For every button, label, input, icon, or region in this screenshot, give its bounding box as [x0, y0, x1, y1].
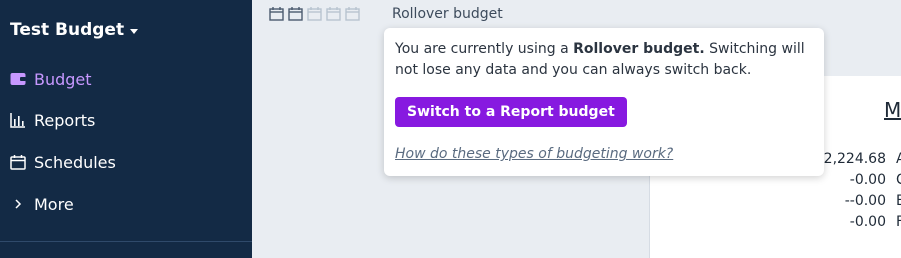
budget-name-label: Test Budget — [10, 20, 125, 40]
popover-description: You are currently using a Rollover budge… — [395, 39, 815, 81]
sidebar-item-budget[interactable]: Budget — [10, 67, 92, 91]
popover-text-prefix: You are currently using a — [395, 41, 574, 57]
sidebar-item-reports[interactable]: Reports — [10, 108, 95, 132]
month-picker — [269, 6, 360, 21]
calendar-icon[interactable] — [288, 6, 303, 21]
sidebar-item-label: Budget — [34, 69, 92, 89]
sidebar-item-label: More — [34, 194, 74, 214]
summary-label: A — [896, 151, 901, 167]
summary-label: E — [896, 193, 901, 209]
summary-label: C — [896, 172, 901, 188]
summary-row: --0.00 E — [650, 193, 901, 213]
sidebar-item-schedules[interactable]: Schedules — [10, 150, 116, 174]
caret-down-icon — [130, 28, 139, 34]
calendar-icon — [10, 154, 26, 170]
popover-text-bold: Rollover budget. — [573, 41, 705, 57]
chevron-right-icon — [10, 196, 26, 212]
summary-value: -0.00 — [849, 172, 886, 188]
calendar-icon[interactable] — [345, 6, 360, 21]
calendar-icon[interactable] — [269, 6, 284, 21]
calendar-icon[interactable] — [326, 6, 341, 21]
wallet-icon — [10, 71, 26, 87]
summary-value: --0.00 — [844, 193, 886, 209]
summary-value: -0.00 — [849, 214, 886, 230]
month-title[interactable]: M — [884, 98, 901, 122]
app-window: Test Budget Budget Reports Schedules Mor… — [0, 0, 901, 258]
sidebar-divider — [0, 241, 252, 242]
sidebar: Test Budget Budget Reports Schedules Mor… — [0, 0, 252, 258]
calendar-icon[interactable] — [307, 6, 322, 21]
sidebar-item-label: Reports — [34, 110, 96, 130]
sidebar-item-more[interactable]: More — [10, 192, 74, 216]
budget-type-toggle[interactable]: Rollover budget — [392, 6, 503, 22]
budgeting-help-link[interactable]: How do these types of budgeting work? — [395, 146, 673, 162]
summary-row: -0.00 F — [650, 214, 901, 234]
sidebar-item-label: Schedules — [34, 152, 116, 172]
bar-chart-icon — [10, 112, 26, 128]
budget-name-menu[interactable]: Test Budget — [10, 20, 139, 40]
summary-value: 2,224.68 — [823, 151, 886, 167]
summary-label: F — [896, 214, 901, 230]
switch-budget-button[interactable]: Switch to a Report budget — [395, 97, 627, 127]
budget-type-popover: You are currently using a Rollover budge… — [384, 28, 824, 176]
